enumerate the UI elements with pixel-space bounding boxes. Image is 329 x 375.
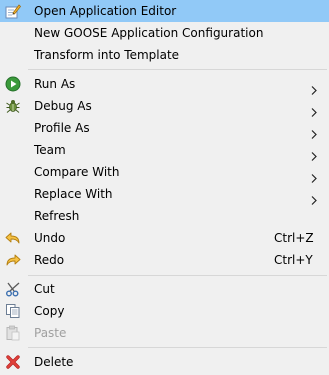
pencil-editor-icon	[5, 3, 21, 19]
menu-item-copy[interactable]: Copy	[0, 300, 329, 322]
submenu-chevron-icon	[309, 73, 319, 95]
menu-item-team[interactable]: Team	[0, 139, 329, 161]
context-menu: Open Application Editor New GOOSE Applic…	[0, 0, 329, 375]
menu-separator	[28, 275, 327, 276]
menu-item-label: Paste	[34, 326, 67, 340]
undo-arrow-icon	[5, 230, 21, 246]
copy-icon	[5, 303, 21, 319]
menu-item-label: Debug As	[34, 99, 92, 113]
menu-item-label: Undo	[34, 231, 66, 245]
menu-item-paste[interactable]: Paste	[0, 322, 329, 344]
menu-item-label: New GOOSE Application Configuration	[34, 26, 264, 40]
menu-item-shortcut: Ctrl+Z	[274, 231, 314, 245]
debug-bug-icon	[5, 98, 21, 114]
menu-item-label: Copy	[34, 304, 65, 318]
menu-item-redo[interactable]: Redo Ctrl+Y	[0, 249, 329, 271]
menu-item-profile-as[interactable]: Profile As	[0, 117, 329, 139]
menu-item-label: Team	[34, 143, 66, 157]
submenu-chevron-icon	[309, 139, 319, 161]
submenu-chevron-icon	[309, 117, 319, 139]
menu-item-label: Replace With	[34, 187, 113, 201]
scissors-icon	[5, 281, 21, 297]
menu-item-undo[interactable]: Undo Ctrl+Z	[0, 227, 329, 249]
menu-item-delete[interactable]: Delete	[0, 351, 329, 373]
delete-x-icon	[5, 354, 21, 370]
menu-item-shortcut: Ctrl+Y	[274, 253, 313, 267]
menu-item-label: Refresh	[34, 209, 80, 223]
menu-item-compare-with[interactable]: Compare With	[0, 161, 329, 183]
menu-item-label: Compare With	[34, 165, 120, 179]
menu-item-cut[interactable]: Cut	[0, 278, 329, 300]
menu-separator	[28, 69, 327, 70]
redo-arrow-icon	[5, 252, 21, 268]
submenu-chevron-icon	[309, 95, 319, 117]
menu-item-label: Run As	[34, 77, 76, 91]
menu-item-label: Cut	[34, 282, 55, 296]
menu-item-label: Profile As	[34, 121, 90, 135]
menu-item-label: Redo	[34, 253, 65, 267]
menu-item-transform-into-template[interactable]: Transform into Template	[0, 44, 329, 66]
run-play-icon	[5, 76, 21, 92]
menu-item-new-goose-application-configuration[interactable]: New GOOSE Application Configuration	[0, 22, 329, 44]
menu-item-replace-with[interactable]: Replace With	[0, 183, 329, 205]
paste-clipboard-icon	[5, 325, 21, 341]
menu-item-label: Open Application Editor	[34, 4, 177, 18]
submenu-chevron-icon	[309, 183, 319, 205]
menu-item-label: Delete	[34, 355, 74, 369]
menu-separator	[28, 347, 327, 348]
menu-item-open-application-editor[interactable]: Open Application Editor	[0, 0, 329, 22]
menu-item-debug-as[interactable]: Debug As	[0, 95, 329, 117]
menu-item-refresh[interactable]: Refresh	[0, 205, 329, 227]
submenu-chevron-icon	[309, 161, 319, 183]
menu-item-run-as[interactable]: Run As	[0, 73, 329, 95]
menu-item-label: Transform into Template	[34, 48, 180, 62]
